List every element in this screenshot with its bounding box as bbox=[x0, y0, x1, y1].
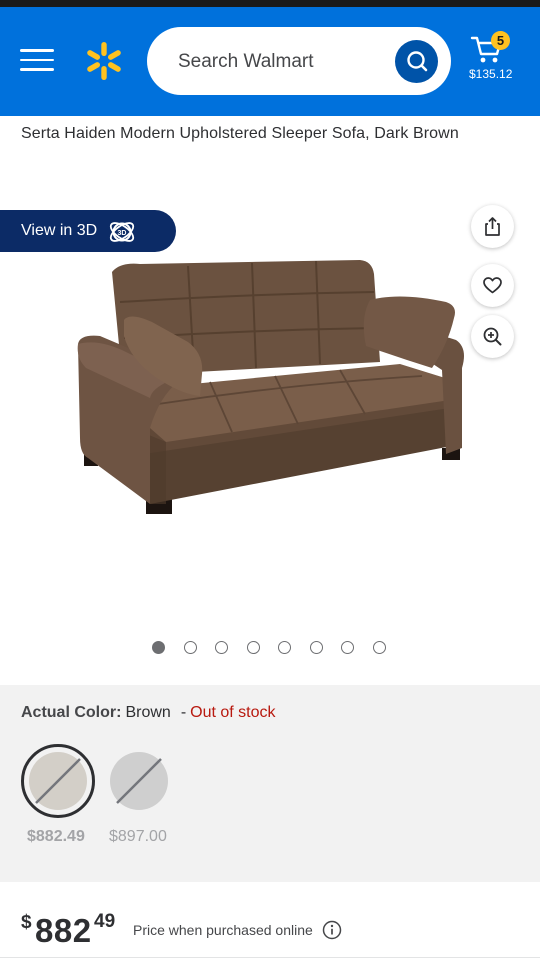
unavailable-swatch-icon bbox=[21, 744, 95, 818]
price-dollars: 882 bbox=[35, 912, 92, 949]
color-label: Actual Color: bbox=[21, 704, 122, 721]
hamburger-menu-icon bbox=[20, 49, 54, 52]
color-value: Brown bbox=[125, 704, 171, 721]
zoom-button[interactable] bbox=[471, 315, 514, 358]
walmart-spark-icon[interactable] bbox=[84, 41, 124, 81]
unavailable-swatch-icon bbox=[110, 752, 168, 810]
price-currency: $ bbox=[21, 912, 32, 933]
price-section: $ 882 49 Price when purchased online bbox=[0, 882, 540, 977]
pagination-dot[interactable] bbox=[341, 641, 354, 654]
pagination-dot[interactable] bbox=[309, 641, 323, 654]
product-image[interactable] bbox=[70, 258, 470, 520]
3d-cube-icon: 3D bbox=[109, 222, 135, 242]
price-note: Price when purchased online bbox=[133, 922, 313, 938]
color-line: Actual Color: Brown - Out of stock bbox=[21, 704, 276, 722]
pagination-dot[interactable] bbox=[215, 641, 228, 654]
info-icon[interactable] bbox=[322, 920, 342, 940]
cart-button[interactable]: 5 $135.12 bbox=[466, 31, 524, 91]
swatch-price-brown: $882.49 bbox=[27, 828, 85, 845]
search-placeholder: Search Walmart bbox=[178, 51, 314, 72]
pagination-dot[interactable] bbox=[246, 641, 260, 654]
swatch-gray[interactable] bbox=[102, 744, 176, 818]
swatch-brown[interactable] bbox=[21, 744, 95, 818]
pagination-dot[interactable] bbox=[152, 641, 165, 654]
view-in-3d-button[interactable]: View in 3D 3D bbox=[0, 210, 176, 252]
swatch-price-gray: $897.00 bbox=[109, 828, 167, 845]
pagination-dot[interactable] bbox=[372, 641, 386, 654]
price-cents: 49 bbox=[94, 911, 116, 932]
cart-count-badge: 5 bbox=[491, 31, 510, 50]
pagination-dot[interactable] bbox=[278, 641, 291, 654]
zoom-in-icon bbox=[483, 327, 502, 346]
image-pagination bbox=[152, 641, 404, 655]
product-title: Serta Haiden Modern Upholstered Sleeper … bbox=[21, 125, 459, 142]
share-icon bbox=[485, 217, 500, 236]
view-3d-label: View in 3D bbox=[21, 222, 98, 239]
svg-text:3D: 3D bbox=[118, 230, 127, 237]
share-button[interactable] bbox=[471, 205, 514, 248]
pagination-dot[interactable] bbox=[183, 641, 197, 654]
search-button[interactable] bbox=[395, 40, 438, 83]
divider bbox=[0, 957, 540, 958]
favorite-button[interactable] bbox=[471, 264, 514, 307]
cart-total: $135.12 bbox=[469, 67, 513, 81]
color-separator: - bbox=[180, 704, 187, 721]
menu-button[interactable] bbox=[20, 49, 54, 75]
stock-status: Out of stock bbox=[190, 704, 276, 721]
search-icon bbox=[407, 51, 428, 72]
status-bar bbox=[0, 0, 540, 7]
top-header: Search Walmart 5 $135.12 bbox=[0, 7, 540, 116]
search-input[interactable]: Search Walmart bbox=[147, 27, 451, 95]
heart-icon bbox=[483, 277, 502, 294]
color-selector: Actual Color: Brown - Out of stock $882.49 … bbox=[0, 685, 540, 882]
